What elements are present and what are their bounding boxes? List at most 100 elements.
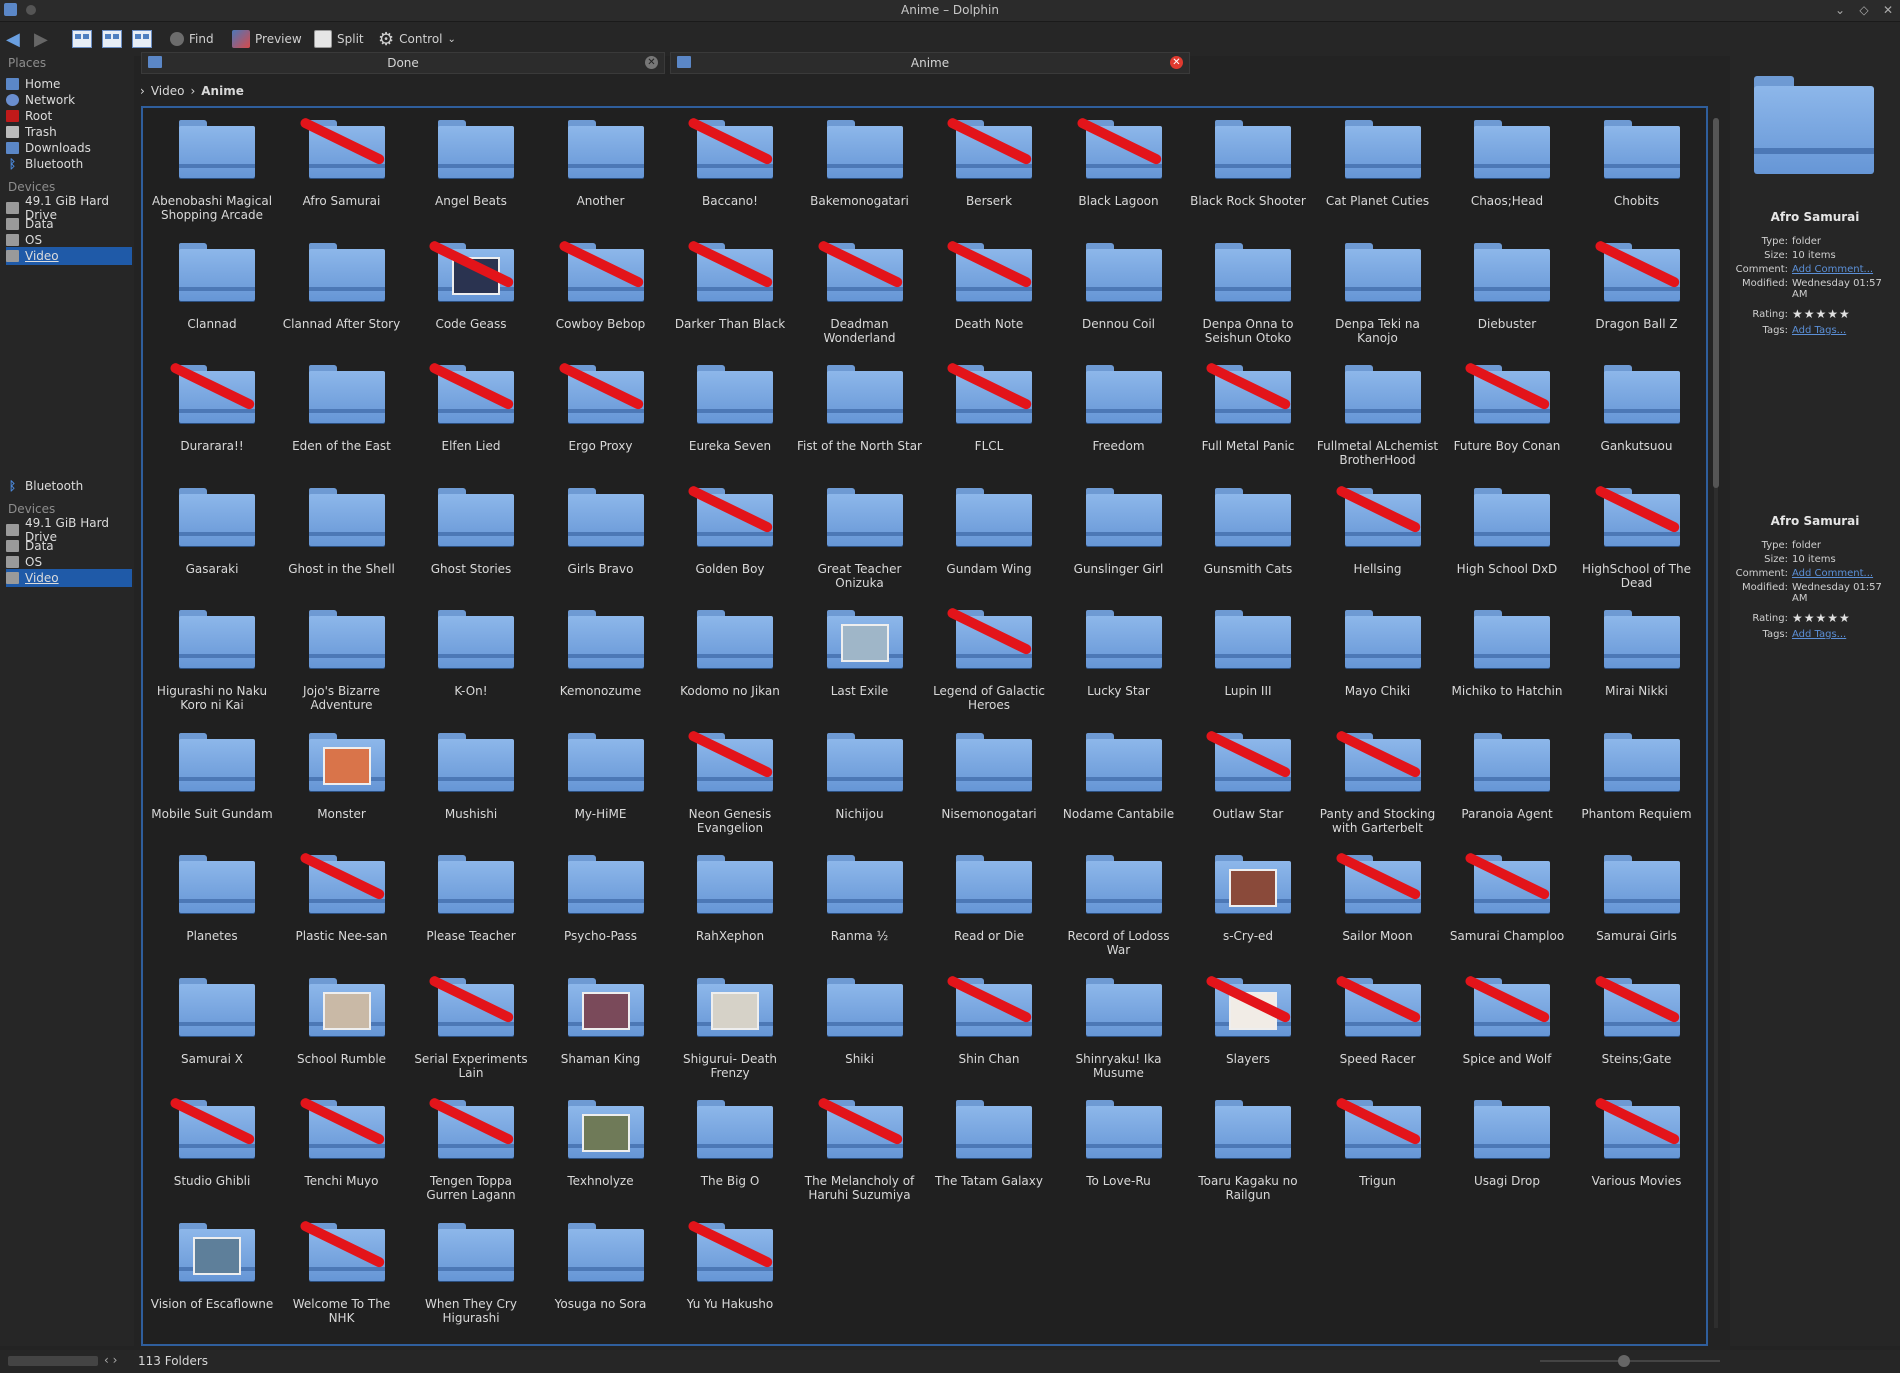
folder-item[interactable]: Shaman King: [538, 966, 664, 1082]
folder-item[interactable]: Hellsing: [1315, 476, 1441, 592]
add-tags-link[interactable]: Add Tags...: [1792, 325, 1898, 336]
folder-item[interactable]: K-On!: [408, 598, 534, 714]
folder-item[interactable]: Denpa Teki na Kanojo: [1315, 231, 1441, 347]
folder-item[interactable]: Samurai X: [149, 966, 275, 1082]
folder-item[interactable]: Various Movies: [1574, 1088, 1700, 1204]
folder-item[interactable]: Girls Bravo: [538, 476, 664, 592]
close-tab-icon[interactable]: ✕: [645, 56, 658, 69]
folder-item[interactable]: Gankutsuou: [1574, 353, 1700, 469]
folder-item[interactable]: Phantom Requiem: [1574, 721, 1700, 837]
folder-item[interactable]: Eden of the East: [279, 353, 405, 469]
folder-item[interactable]: Gasaraki: [149, 476, 275, 592]
folder-item[interactable]: Angel Beats: [408, 108, 534, 224]
folder-item[interactable]: Deadman Wonderland: [797, 231, 923, 347]
device-video-2[interactable]: Video: [6, 569, 132, 587]
folder-item[interactable]: Gunslinger Girl: [1056, 476, 1182, 592]
folder-item[interactable]: The Tatam Galaxy: [926, 1088, 1052, 1204]
folder-item[interactable]: Another: [538, 108, 664, 224]
icons-view-button[interactable]: [72, 26, 92, 52]
maximize-icon[interactable]: ◇: [1856, 2, 1872, 18]
vertical-scrollbar[interactable]: [1711, 106, 1721, 1346]
folder-item[interactable]: Vision of Escaflowne: [149, 1211, 275, 1327]
preview-button[interactable]: Preview: [232, 26, 302, 52]
folder-item[interactable]: Mayo Chiki: [1315, 598, 1441, 714]
folder-item[interactable]: Outlaw Star: [1185, 721, 1311, 837]
folder-item[interactable]: Read or Die: [926, 843, 1052, 959]
folder-item[interactable]: Fullmetal ALchemist BrotherHood: [1315, 353, 1441, 469]
compact-view-button[interactable]: [102, 26, 122, 52]
folder-item[interactable]: Death Note: [926, 231, 1052, 347]
folder-item[interactable]: Please Teacher: [408, 843, 534, 959]
folder-item[interactable]: Slayers: [1185, 966, 1311, 1082]
folder-item[interactable]: Record of Lodoss War: [1056, 843, 1182, 959]
breadcrumb-video[interactable]: Video: [151, 84, 185, 98]
close-tab-icon[interactable]: ✕: [1170, 56, 1183, 69]
folder-item[interactable]: The Big O: [667, 1088, 793, 1204]
folder-item[interactable]: Neon Genesis Evangelion: [667, 721, 793, 837]
folder-item[interactable]: Diebuster: [1444, 231, 1570, 347]
folder-item[interactable]: Tengen Toppa Gurren Lagann: [408, 1088, 534, 1204]
folder-item[interactable]: Samurai Girls: [1574, 843, 1700, 959]
folder-item[interactable]: Shigurui- Death Frenzy: [667, 966, 793, 1082]
horizontal-scrollbar[interactable]: [8, 1356, 98, 1366]
folder-item[interactable]: Tenchi Muyo: [279, 1088, 405, 1204]
folder-item[interactable]: Nichijou: [797, 721, 923, 837]
folder-item[interactable]: Dragon Ball Z: [1574, 231, 1700, 347]
folder-item[interactable]: Darker Than Black: [667, 231, 793, 347]
control-button[interactable]: ⚙ Control ⌄: [378, 26, 456, 52]
folder-view[interactable]: Abenobashi Magical Shopping Arcade Afro S…: [141, 106, 1708, 1346]
folder-item[interactable]: Kemonozume: [538, 598, 664, 714]
folder-item[interactable]: Lucky Star: [1056, 598, 1182, 714]
folder-item[interactable]: Plastic Nee-san: [279, 843, 405, 959]
tab-done[interactable]: Done ✕: [141, 52, 665, 74]
folder-item[interactable]: Psycho-Pass: [538, 843, 664, 959]
folder-item[interactable]: Legend of Galactic Heroes: [926, 598, 1052, 714]
folder-item[interactable]: Golden Boy: [667, 476, 793, 592]
back-button[interactable]: ◀: [6, 26, 20, 52]
folder-item[interactable]: Usagi Drop: [1444, 1088, 1570, 1204]
folder-item[interactable]: Monster: [279, 721, 405, 837]
folder-item[interactable]: Dennou Coil: [1056, 231, 1182, 347]
folder-item[interactable]: Paranoia Agent: [1444, 721, 1570, 837]
folder-item[interactable]: Eureka Seven: [667, 353, 793, 469]
folder-item[interactable]: Yu Yu Hakusho: [667, 1211, 793, 1327]
folder-item[interactable]: Speed Racer: [1315, 966, 1441, 1082]
folder-item[interactable]: Afro Samurai: [279, 108, 405, 224]
folder-item[interactable]: School Rumble: [279, 966, 405, 1082]
folder-item[interactable]: Samurai Champloo: [1444, 843, 1570, 959]
folder-item[interactable]: Ranma ½: [797, 843, 923, 959]
details-view-button[interactable]: [132, 26, 152, 52]
folder-item[interactable]: Nodame Cantabile: [1056, 721, 1182, 837]
folder-item[interactable]: RahXephon: [667, 843, 793, 959]
folder-item[interactable]: Yosuga no Sora: [538, 1211, 664, 1327]
place-bluetooth[interactable]: ᛒ Bluetooth: [6, 155, 132, 173]
folder-item[interactable]: Shinryaku! Ika Musume: [1056, 966, 1182, 1082]
folder-item[interactable]: Panty and Stocking with Garterbelt: [1315, 721, 1441, 837]
folder-item[interactable]: Ghost Stories: [408, 476, 534, 592]
folder-item[interactable]: Mobile Suit Gundam: [149, 721, 275, 837]
folder-item[interactable]: Higurashi no Naku Koro ni Kai: [149, 598, 275, 714]
folder-item[interactable]: Chobits: [1574, 108, 1700, 224]
folder-item[interactable]: Bakemonogatari: [797, 108, 923, 224]
folder-item[interactable]: The Melancholy of Haruhi Suzumiya: [797, 1088, 923, 1204]
folder-item[interactable]: Spice and Wolf: [1444, 966, 1570, 1082]
folder-item[interactable]: My-HiME: [538, 721, 664, 837]
folder-item[interactable]: Toaru Kagaku no Railgun: [1185, 1088, 1311, 1204]
folder-item[interactable]: Abenobashi Magical Shopping Arcade: [149, 108, 275, 224]
folder-item[interactable]: Freedom: [1056, 353, 1182, 469]
folder-item[interactable]: Clannad After Story: [279, 231, 405, 347]
folder-item[interactable]: Denpa Onna to Seishun Otoko: [1185, 231, 1311, 347]
folder-item[interactable]: Shin Chan: [926, 966, 1052, 1082]
folder-item[interactable]: Baccano!: [667, 108, 793, 224]
add-tags-link[interactable]: Add Tags...: [1792, 629, 1898, 640]
folder-item[interactable]: Serial Experiments Lain: [408, 966, 534, 1082]
folder-item[interactable]: Black Rock Shooter: [1185, 108, 1311, 224]
folder-item[interactable]: To Love-Ru: [1056, 1088, 1182, 1204]
folder-item[interactable]: Mirai Nikki: [1574, 598, 1700, 714]
folder-item[interactable]: Future Boy Conan: [1444, 353, 1570, 469]
breadcrumb-current[interactable]: Anime: [201, 84, 244, 98]
folder-item[interactable]: Clannad: [149, 231, 275, 347]
folder-item[interactable]: Durarara!!: [149, 353, 275, 469]
folder-item[interactable]: High School DxD: [1444, 476, 1570, 592]
folder-item[interactable]: Ergo Proxy: [538, 353, 664, 469]
